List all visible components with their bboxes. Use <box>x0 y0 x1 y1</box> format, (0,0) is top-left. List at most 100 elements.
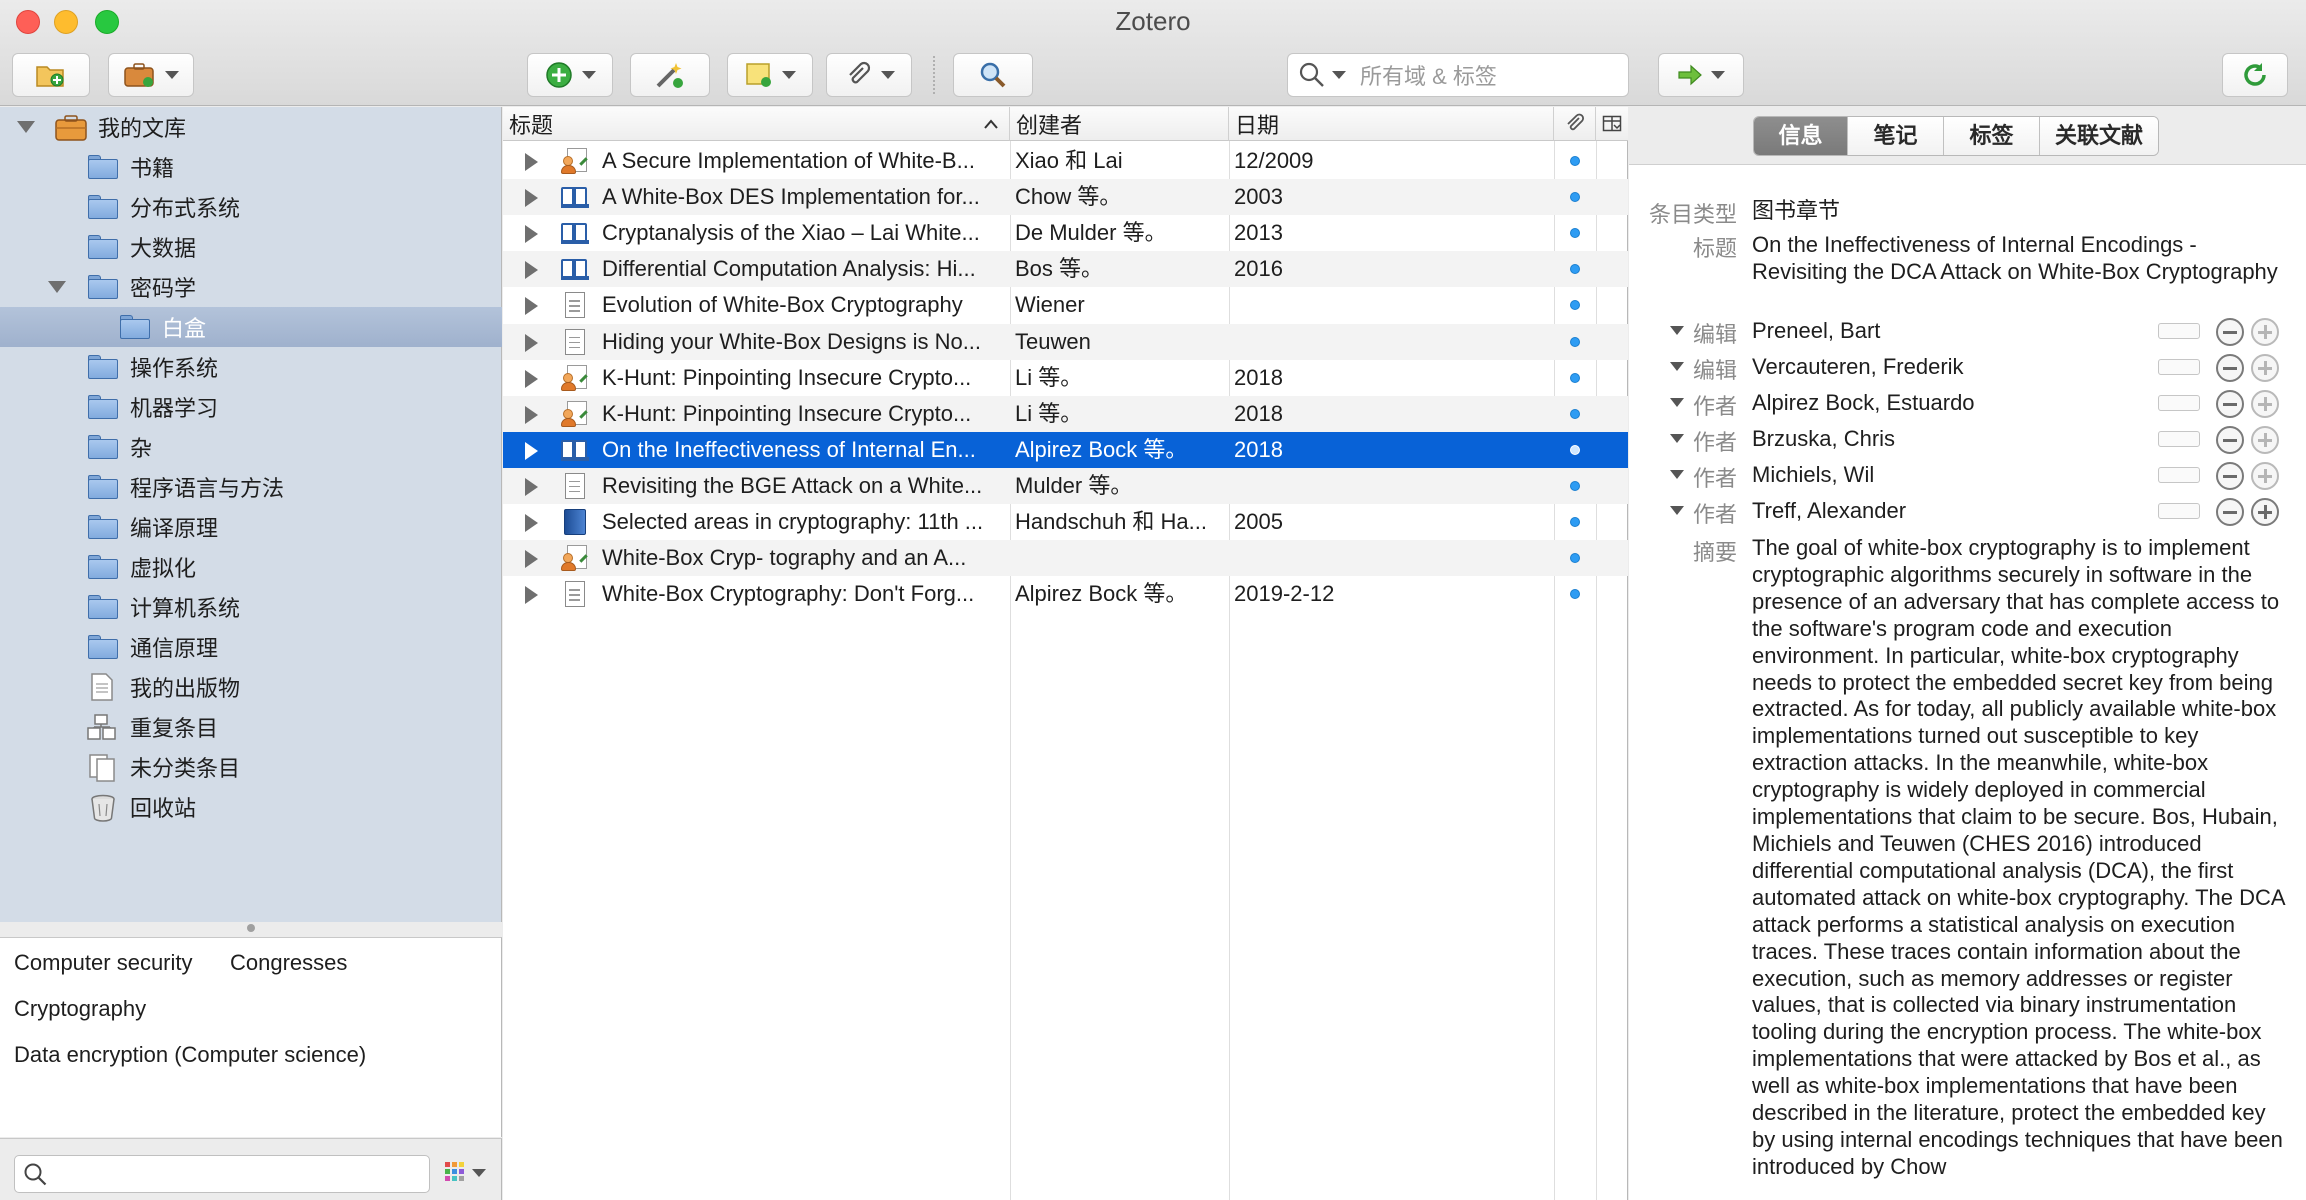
table-row[interactable]: Cryptanalysis of the Xiao – Lai White...… <box>503 215 1628 251</box>
creator-role-label[interactable]: 作者 <box>1693 497 1737 529</box>
add-attachment-button[interactable] <box>826 53 912 97</box>
column-header-date[interactable]: 日期 <box>1229 107 1554 141</box>
creator-type-chevron-icon[interactable] <box>1670 506 1684 515</box>
table-row[interactable]: A White-Box DES Implementation for... Cho… <box>503 179 1628 216</box>
expand-row-icon[interactable] <box>525 153 538 171</box>
tab-notes[interactable]: 笔记 <box>1848 117 1944 155</box>
add-creator-button[interactable] <box>2251 318 2279 346</box>
column-picker-button[interactable] <box>1596 107 1628 141</box>
sync-button[interactable] <box>2222 53 2288 97</box>
creator-role-label[interactable]: 作者 <box>1693 389 1737 421</box>
expand-row-icon[interactable] <box>525 550 538 569</box>
remove-creator-button[interactable] <box>2216 462 2244 490</box>
table-row[interactable]: K-Hunt: Pinpointing Insecure Crypto... Li… <box>503 395 1628 432</box>
attachment-status-icon[interactable] <box>1570 480 1580 491</box>
attachment-status-icon[interactable] <box>1570 444 1580 455</box>
expand-row-icon[interactable] <box>525 514 538 532</box>
remove-creator-button[interactable] <box>2216 318 2244 346</box>
name-mode-switch[interactable] <box>2158 395 2200 411</box>
attachment-status-icon[interactable] <box>1570 156 1580 166</box>
attachment-status-icon[interactable] <box>1570 300 1580 311</box>
collection-compilers[interactable]: 编译原理 <box>0 507 502 547</box>
attachment-status-icon[interactable] <box>1570 589 1580 600</box>
attachment-status-icon[interactable] <box>1570 408 1580 419</box>
tab-info[interactable]: 信息 <box>1754 117 1848 155</box>
table-row[interactable]: Selected areas in cryptography: 11th ...… <box>503 504 1628 540</box>
tag-filter-input[interactable] <box>14 1155 430 1193</box>
tag-item[interactable]: Congresses <box>230 950 347 976</box>
collection-operating-systems[interactable]: 操作系统 <box>0 347 502 387</box>
add-creator-button[interactable] <box>2251 462 2279 490</box>
table-row[interactable]: White-Box Cryp- tography and an A... <box>503 540 1628 577</box>
collection-books[interactable]: 书籍 <box>0 147 502 187</box>
tab-related[interactable]: 关联文献 <box>2040 117 2158 155</box>
expand-row-icon[interactable] <box>525 441 538 460</box>
creator-type-chevron-icon[interactable] <box>1670 470 1684 479</box>
remove-creator-button[interactable] <box>2216 354 2244 382</box>
creator-name-field[interactable]: Preneel, Bart <box>1752 317 1880 344</box>
creator-type-chevron-icon[interactable] <box>1670 326 1684 335</box>
attachment-status-icon[interactable] <box>1570 553 1580 564</box>
abstract-field[interactable]: The goal of white-box cryptography is to… <box>1752 535 2292 1200</box>
creator-name-field[interactable]: Treff, Alexander <box>1752 497 1906 524</box>
creator-type-chevron-icon[interactable] <box>1670 362 1684 371</box>
collection-computer-systems[interactable]: 计算机系统 <box>0 587 502 627</box>
collection-virtualization[interactable]: 虚拟化 <box>0 547 502 587</box>
collection-communication-principles[interactable]: 通信原理 <box>0 627 502 667</box>
expand-row-icon[interactable] <box>525 369 538 388</box>
tag-item[interactable]: Data encryption (Computer science) <box>14 1042 366 1068</box>
expand-row-icon[interactable] <box>525 405 538 424</box>
column-header-creator[interactable]: 创建者 <box>1010 107 1229 141</box>
my-publications-item[interactable]: 我的出版物 <box>0 667 502 707</box>
pane-splitter-handle[interactable] <box>247 924 255 932</box>
collection-misc[interactable]: 杂 <box>0 427 502 467</box>
creator-name-field[interactable]: Vercauteren, Frederik <box>1752 353 1964 380</box>
column-header-title[interactable]: 标题 <box>503 107 1010 141</box>
column-header-attachments[interactable] <box>1554 107 1596 141</box>
expand-row-icon[interactable] <box>525 297 538 316</box>
add-creator-button[interactable] <box>2251 498 2279 526</box>
trash-item[interactable]: 回收站 <box>0 787 502 827</box>
creator-name-field[interactable]: Alpirez Bock, Estuardo <box>1752 389 1975 416</box>
collection-cryptography[interactable]: 密码学 <box>0 267 502 307</box>
creator-role-label[interactable]: 编辑 <box>1693 317 1737 349</box>
expand-row-icon[interactable] <box>525 189 538 208</box>
attachment-status-icon[interactable] <box>1570 192 1580 203</box>
name-mode-switch[interactable] <box>2158 467 2200 483</box>
table-row[interactable]: Evolution of White-Box Cryptography Wiene… <box>503 287 1628 323</box>
table-row-selected[interactable]: On the Ineffectiveness of Internal En...… <box>503 431 1628 468</box>
add-creator-button[interactable] <box>2251 354 2279 382</box>
tag-actions-menu-button[interactable] <box>444 1161 488 1189</box>
tree-toggle-icon[interactable] <box>48 281 66 293</box>
table-row[interactable]: K-Hunt: Pinpointing Insecure Crypto... Li… <box>503 360 1628 396</box>
creator-role-label[interactable]: 编辑 <box>1693 353 1737 385</box>
creator-name-field[interactable]: Michiels, Wil <box>1752 461 1874 488</box>
tag-item[interactable]: Cryptography <box>14 996 146 1022</box>
new-item-button[interactable] <box>527 53 613 97</box>
name-mode-switch[interactable] <box>2158 503 2200 519</box>
table-row[interactable]: Hiding your White-Box Designs is No... Te… <box>503 323 1628 360</box>
table-row[interactable]: White-Box Cryptography: Don't Forg... Alp… <box>503 576 1628 612</box>
tree-toggle-icon[interactable] <box>17 121 35 133</box>
item-type-value[interactable]: 图书章节 <box>1752 197 1840 224</box>
tree-item-my-library[interactable]: 我的文库 <box>0 107 502 147</box>
table-row[interactable]: A Secure Implementation of White-B... Xia… <box>503 143 1628 179</box>
unfiled-items-item[interactable]: 未分类条目 <box>0 747 502 787</box>
table-row[interactable]: Revisiting the BGE Attack on a White... M… <box>503 467 1628 504</box>
collection-white-box[interactable]: 白盒 <box>0 307 502 347</box>
creator-role-label[interactable]: 作者 <box>1693 425 1737 457</box>
creator-role-label[interactable]: 作者 <box>1693 461 1737 493</box>
remove-creator-button[interactable] <box>2216 498 2244 526</box>
attachment-status-icon[interactable] <box>1570 336 1580 347</box>
attachment-status-icon[interactable] <box>1570 228 1580 239</box>
add-item-by-identifier-button[interactable] <box>630 53 710 97</box>
tab-tags[interactable]: 标签 <box>1944 117 2040 155</box>
name-mode-switch[interactable] <box>2158 359 2200 375</box>
duplicate-items-item[interactable]: 重复条目 <box>0 707 502 747</box>
search-mode-chevron-icon[interactable] <box>1332 71 1346 79</box>
expand-row-icon[interactable] <box>525 261 538 280</box>
collection-distributed-systems[interactable]: 分布式系统 <box>0 187 502 227</box>
new-library-menu-button[interactable] <box>108 53 194 97</box>
attachment-status-icon[interactable] <box>1570 517 1580 527</box>
expand-row-icon[interactable] <box>525 586 538 605</box>
